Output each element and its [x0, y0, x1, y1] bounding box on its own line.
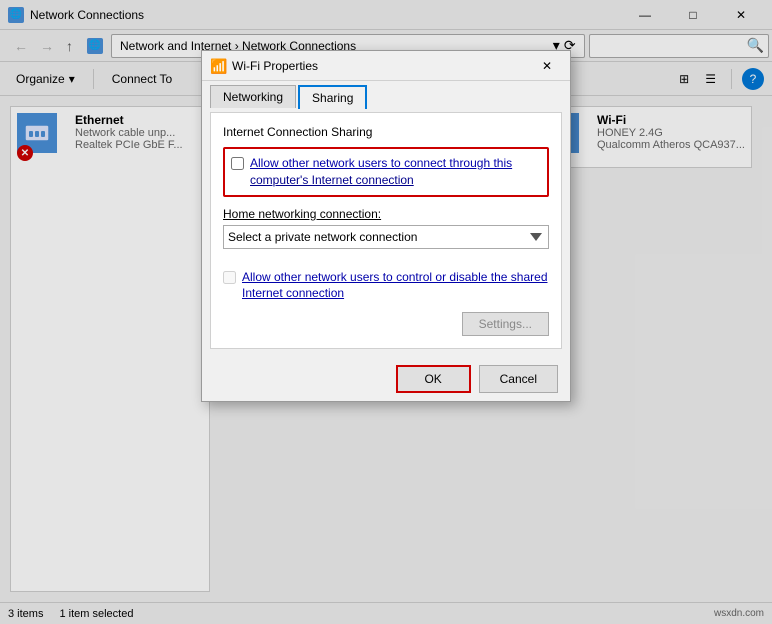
dialog-close-button[interactable]: ✕: [532, 54, 562, 78]
dialog-icon: 📶: [210, 58, 226, 74]
allow-sharing-label[interactable]: Allow other network users to connect thr…: [250, 155, 512, 189]
home-net-label: Home networking connection:: [223, 207, 549, 221]
dropdown-wrapper: Select a private network connection: [223, 225, 549, 259]
allow-control-label: Allow other network users to control or …: [242, 269, 549, 303]
wifi-properties-dialog: 📶 Wi-Fi Properties ✕ Networking Sharing …: [201, 50, 571, 402]
dialog-title: Wi-Fi Properties: [232, 59, 532, 73]
dialog-title-bar: 📶 Wi-Fi Properties ✕: [202, 51, 570, 81]
dialog-footer: OK Cancel: [202, 357, 570, 401]
dialog-content: Internet Connection Sharing Allow other …: [210, 112, 562, 349]
tabs-bar: Networking Sharing: [202, 81, 570, 108]
private-network-dropdown[interactable]: Select a private network connection: [223, 225, 549, 249]
allow-sharing-checkbox[interactable]: [231, 157, 244, 170]
modal-overlay: 📶 Wi-Fi Properties ✕ Networking Sharing …: [0, 0, 772, 624]
allow-control-row: Allow other network users to control or …: [223, 269, 549, 303]
main-window: 🌐 Network Connections — □ ✕ ← → ↑ 🌐 Netw…: [0, 0, 772, 624]
tab-networking[interactable]: Networking: [210, 85, 296, 108]
cancel-button[interactable]: Cancel: [479, 365, 558, 393]
allow-control-checkbox[interactable]: [223, 271, 236, 284]
section-title: Internet Connection Sharing: [223, 125, 549, 139]
settings-row: Settings...: [223, 312, 549, 336]
allow-sharing-row: Allow other network users to connect thr…: [223, 147, 549, 197]
settings-button[interactable]: Settings...: [462, 312, 549, 336]
tab-sharing[interactable]: Sharing: [298, 85, 367, 109]
ok-button[interactable]: OK: [396, 365, 471, 393]
